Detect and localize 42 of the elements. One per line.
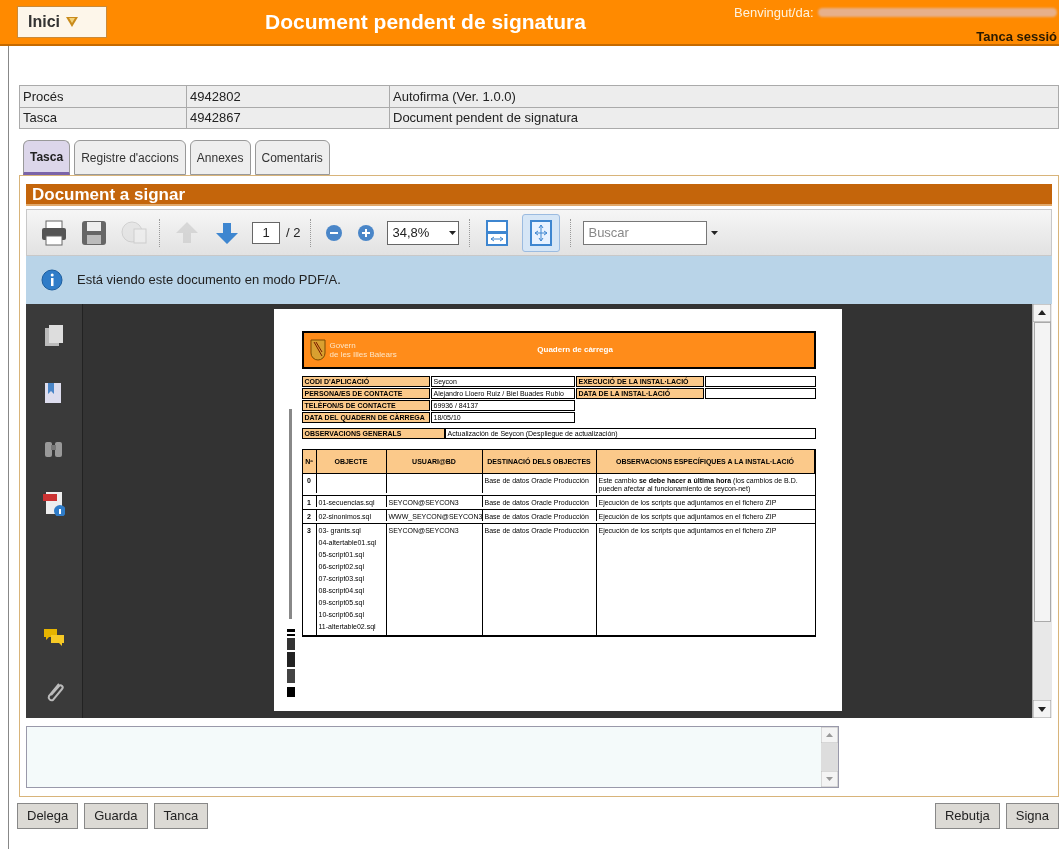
- tab[interactable]: Tasca: [23, 140, 71, 175]
- tab[interactable]: Registre d'accions: [74, 140, 186, 175]
- caret-icon: [449, 230, 457, 235]
- page-number-field[interactable]: 1: [252, 221, 280, 244]
- field-value: Autofirma (Ver. 1.0.0): [393, 88, 516, 104]
- zoom-out-icon[interactable]: [324, 222, 345, 243]
- save-icon[interactable]: [80, 218, 108, 247]
- info-icon: [41, 269, 63, 291]
- org-name: de les Illes Balears: [329, 350, 397, 359]
- tab[interactable]: Comentaris: [254, 140, 330, 175]
- document-title: Quadern de càrrega: [536, 346, 614, 354]
- zoom-dropdown[interactable]: 34,8%: [387, 220, 460, 245]
- action-button[interactable]: Guarda: [84, 803, 148, 829]
- print-icon[interactable]: [40, 218, 68, 247]
- caret-icon: [711, 230, 719, 235]
- coat-of-arms-icon: [309, 339, 326, 361]
- home-menu-button[interactable]: Inici: [17, 6, 107, 38]
- field-label: Procés: [23, 87, 64, 106]
- barcode-drawing: [286, 629, 295, 699]
- arrow-down-icon[interactable]: [1033, 700, 1051, 718]
- caret-icon: [66, 17, 78, 27]
- action-button[interactable]: Rebutja: [934, 803, 1000, 829]
- org-name: Govern: [329, 341, 357, 350]
- action-button[interactable]: Delega: [17, 803, 79, 829]
- page-title: Document pendent de signatura: [264, 9, 587, 36]
- field-value: 4942867: [190, 109, 241, 128]
- field-value: Document pendent de signatura: [393, 110, 578, 126]
- welcome-label: Benvingut/da:: [734, 4, 814, 22]
- page-total: / 2: [286, 223, 301, 242]
- arrow-up-icon[interactable]: [1033, 304, 1051, 322]
- panel-title: Document a signar: [26, 184, 1052, 206]
- scrollbar[interactable]: [1032, 304, 1052, 718]
- search-field[interactable]: Buscar: [583, 220, 708, 245]
- action-button[interactable]: Signa: [1005, 803, 1059, 829]
- logout-link[interactable]: Tanca sessió: [976, 26, 1057, 46]
- field-label: Tasca: [23, 109, 57, 128]
- field-value: 4942802: [190, 87, 241, 106]
- notice-text: Está viendo este documento en modo PDF/A.: [77, 271, 341, 290]
- tab[interactable]: Annexes: [189, 140, 251, 175]
- action-button[interactable]: Tanca: [153, 803, 209, 829]
- pdf-info-icon[interactable]: [43, 490, 65, 516]
- zoom-in-icon[interactable]: [356, 222, 377, 243]
